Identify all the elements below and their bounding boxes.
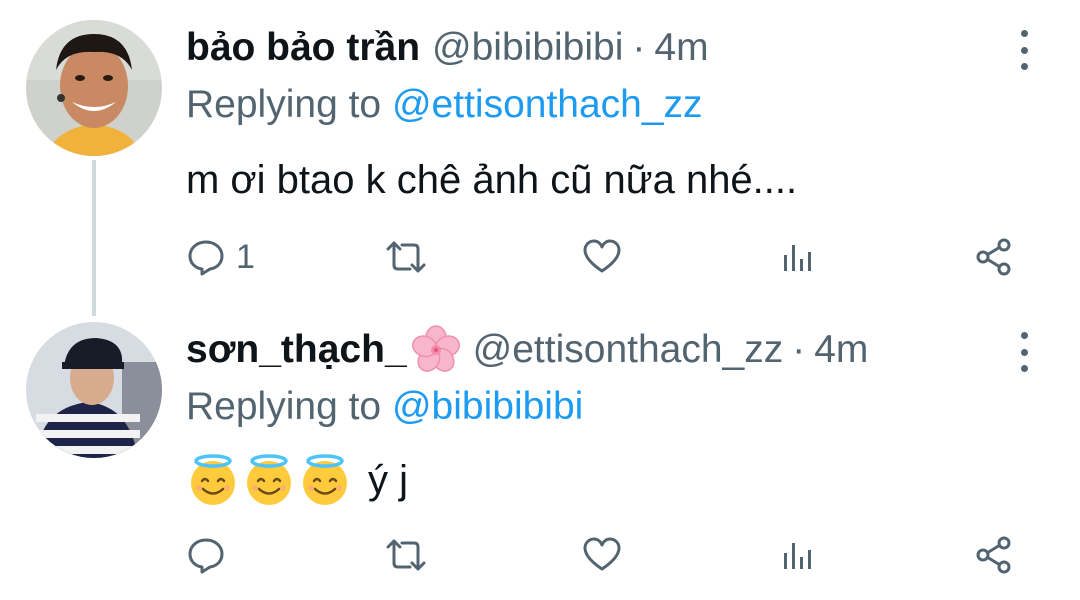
tweet-reply[interactable]: sơn_thạch_ @ettisonthach_zz · 4m Replyin… <box>0 300 1080 600</box>
tweet-text: ý j <box>186 452 408 508</box>
timestamp[interactable]: 4m <box>814 322 868 378</box>
avatar[interactable] <box>26 20 162 156</box>
replying-prefix: Replying to <box>186 385 392 428</box>
views-button[interactable] <box>778 232 818 282</box>
separator-dot: · <box>792 328 806 371</box>
user-avatar-icon <box>26 20 162 156</box>
share-button[interactable] <box>974 232 1014 282</box>
share-button[interactable] <box>974 530 1014 580</box>
replying-to: Replying to @bibibibibi <box>186 382 583 432</box>
thread-line <box>92 160 96 316</box>
retweet-icon <box>386 241 426 273</box>
smiling-face-with-halo-icon <box>303 454 347 505</box>
tweet-text-content: ý j <box>368 458 408 502</box>
share-icon <box>976 536 1011 574</box>
smiling-face-with-halo-icon <box>247 454 291 505</box>
like-button[interactable] <box>582 232 622 282</box>
cherry-blossom-icon <box>411 325 460 372</box>
mention-link[interactable]: @bibibibibi <box>392 385 583 428</box>
user-handle[interactable]: @ettisonthach_zz <box>473 322 784 378</box>
heart-icon <box>583 537 621 571</box>
reply-button[interactable] <box>186 530 236 580</box>
avatar[interactable] <box>26 322 162 458</box>
mention-link[interactable]: @ettisonthach_zz <box>392 83 703 126</box>
display-name[interactable]: sơn_thạch_ <box>186 322 407 378</box>
analytics-icon <box>784 543 811 569</box>
reply-icon <box>188 538 224 574</box>
more-options-icon[interactable] <box>1014 30 1034 70</box>
retweet-icon <box>386 539 426 571</box>
views-button[interactable] <box>778 530 818 580</box>
user-avatar-icon <box>26 322 162 458</box>
reply-icon <box>188 240 224 276</box>
retweet-button[interactable] <box>384 232 428 282</box>
tweet-header: sơn_thạch_ @ettisonthach_zz · 4m <box>186 322 868 378</box>
like-button[interactable] <box>582 530 622 580</box>
action-bar: 1 <box>186 232 1026 282</box>
user-handle[interactable]: @bibibibibi <box>432 20 623 76</box>
analytics-icon <box>784 245 811 271</box>
action-bar <box>186 530 1026 580</box>
reply-count: 1 <box>236 237 255 276</box>
smiling-face-with-halo-icon <box>191 454 235 505</box>
heart-icon <box>583 239 621 273</box>
replying-to: Replying to @ettisonthach_zz <box>186 80 703 130</box>
tweet-reply[interactable]: bảo bảo trần @bibibibibi · 4m Replying t… <box>0 0 1080 316</box>
tweet-header: bảo bảo trần @bibibibibi · 4m <box>186 20 709 76</box>
separator-dot: · <box>632 26 646 69</box>
display-name[interactable]: bảo bảo trần <box>186 20 420 76</box>
more-options-icon[interactable] <box>1014 332 1034 372</box>
timestamp[interactable]: 4m <box>654 20 708 76</box>
share-icon <box>976 238 1011 276</box>
retweet-button[interactable] <box>384 530 428 580</box>
tweet-text: m ơi btao k chê ảnh cũ nữa nhé.... <box>186 158 798 202</box>
replying-prefix: Replying to <box>186 83 392 126</box>
reply-button[interactable]: 1 <box>186 232 255 282</box>
